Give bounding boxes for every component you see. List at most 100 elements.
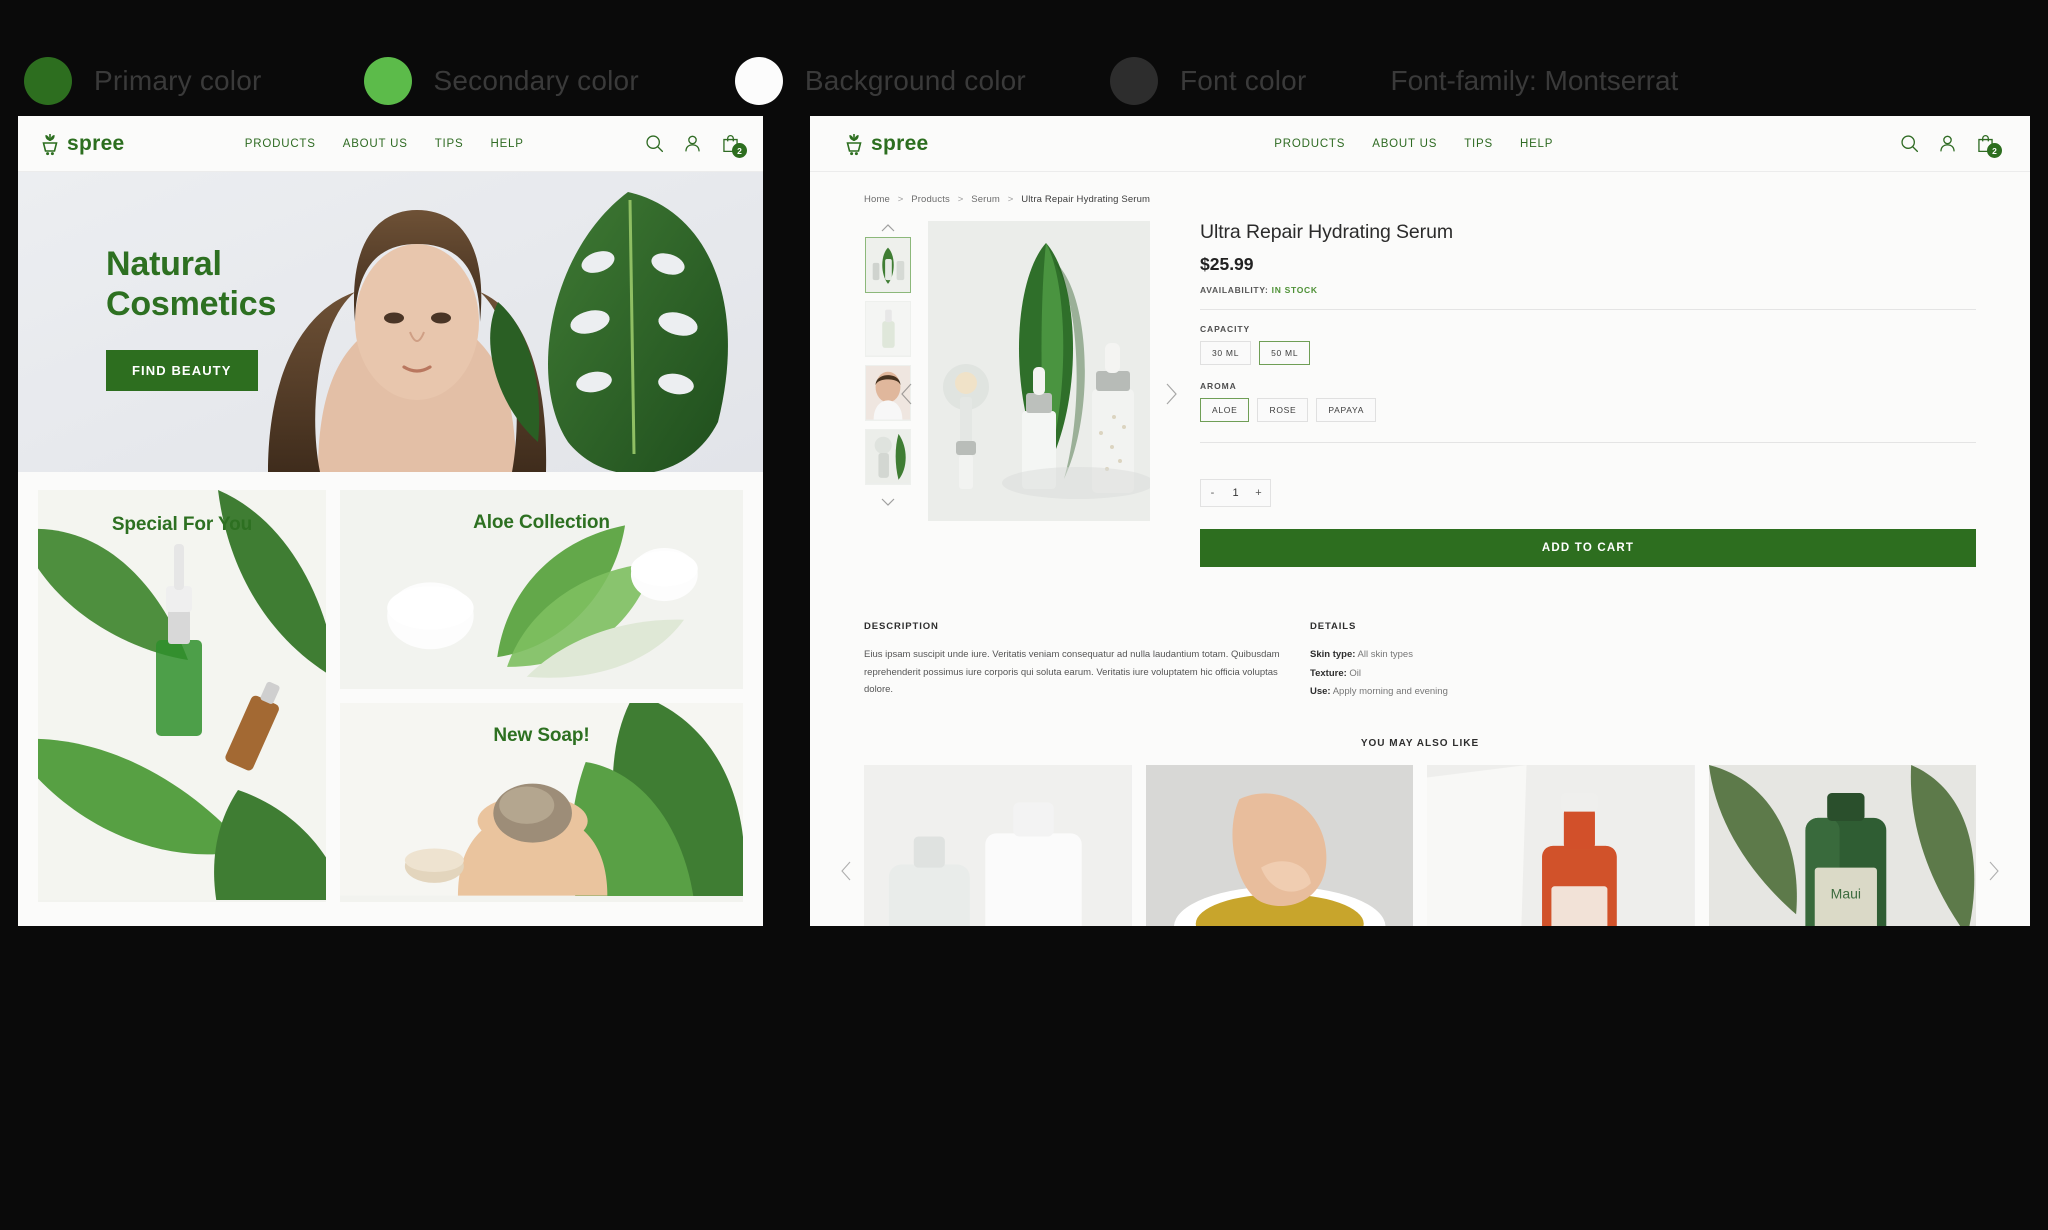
related-heading: YOU MAY ALSO LIKE xyxy=(1360,737,1480,749)
nav-item-help[interactable]: HELP xyxy=(490,138,523,150)
brand-logo[interactable]: spree xyxy=(844,132,929,156)
detail-value: All skin types xyxy=(1357,649,1413,660)
add-to-cart-button[interactable]: ADD TO CART xyxy=(1200,529,1976,567)
related-card-4[interactable]: Maui Bamboo Fibers Shampoo $8.99 xyxy=(1708,764,1976,926)
chevron-left-icon[interactable] xyxy=(840,861,853,881)
hero-title: Natural Cosmetics xyxy=(106,244,276,324)
aroma-label: AROMA xyxy=(1200,381,1237,391)
breadcrumb: Home > Products > Serum > Ultra Repair H… xyxy=(864,194,1976,205)
swatch-secondary: Secondary color xyxy=(363,57,639,105)
search-icon[interactable] xyxy=(644,133,665,154)
detail-value: Oil xyxy=(1349,667,1362,679)
swatch-primary: Primary color xyxy=(24,57,262,105)
screenshot-stage: Primary color Secondary color Background… xyxy=(0,0,2048,1230)
detail-skin-type: Skin type: All skin types xyxy=(1310,646,1976,665)
thumbnail-image xyxy=(866,302,910,356)
sprout-cart-icon xyxy=(846,133,862,155)
product-photo: Maui xyxy=(1708,764,1976,926)
thumbnail-4[interactable] xyxy=(865,429,911,485)
product-page-mockup: spree PRODUCTS ABOUT US TIPS HELP 2 Home… xyxy=(810,116,2030,926)
nav-item-products[interactable]: PRODUCTS xyxy=(1274,138,1345,150)
promo-title: New Soap! xyxy=(493,725,590,746)
swatch-label: Primary color xyxy=(94,65,262,96)
promo-art-serum-leaves xyxy=(38,490,326,900)
user-icon[interactable] xyxy=(682,133,703,154)
breadcrumb-separator: > xyxy=(897,194,904,205)
brand-logo[interactable]: spree xyxy=(40,132,125,156)
product-photo xyxy=(1427,764,1695,926)
related-card-image: Maui xyxy=(1708,764,1976,926)
nav-item-tips[interactable]: TIPS xyxy=(1464,138,1493,150)
aroma-option-aloe[interactable]: ALOE xyxy=(1200,398,1250,422)
product-title: Ultra Repair Hydrating Serum xyxy=(1200,221,1453,243)
promo-card-new-soap[interactable]: New Soap! xyxy=(340,703,743,902)
details-column: DETAILS Skin type: All skin types Textur… xyxy=(1294,621,1976,702)
breadcrumb-item-serum[interactable]: Serum xyxy=(971,194,1000,205)
chevron-right-icon[interactable] xyxy=(1987,861,2000,881)
site-header-product: spree PRODUCTS ABOUT US TIPS HELP 2 xyxy=(810,116,2030,172)
related-card-3[interactable]: Body Oil $12.99 xyxy=(1427,764,1695,926)
cart-badge: 2 xyxy=(731,143,747,158)
capacity-option-50ml[interactable]: 50 ML xyxy=(1259,341,1311,365)
style-guide-bar: Primary color Secondary color Background… xyxy=(0,46,2048,116)
breadcrumb-item-home[interactable]: Home xyxy=(864,194,890,205)
product-gallery xyxy=(901,221,1177,567)
color-dot xyxy=(24,57,72,105)
cart-button[interactable]: 2 xyxy=(1975,133,2002,158)
related-card-image xyxy=(1427,764,1695,926)
related-carousel: COCOOIL Organic Coconut Body Oil $18.99 xyxy=(810,764,2030,926)
find-beauty-button[interactable]: FIND BEAUTY xyxy=(106,350,258,392)
product-detail-wrap: Home > Products > Serum > Ultra Repair H… xyxy=(810,172,2030,567)
search-icon[interactable] xyxy=(1899,133,1920,154)
promo-right-column: Aloe Collection New Soap! xyxy=(340,490,743,902)
hero-copy: Natural Cosmetics FIND BEAUTY xyxy=(106,244,276,392)
aroma-option-papaya[interactable]: PAPAYA xyxy=(1316,398,1377,422)
header-icons-home: 2 xyxy=(644,133,747,158)
promo-card-special-for-you[interactable]: Special For You xyxy=(38,490,326,902)
breadcrumb-separator: > xyxy=(957,194,964,205)
chevron-left-icon[interactable] xyxy=(900,383,914,405)
svg-text:Maui: Maui xyxy=(1830,885,1860,901)
sprout-cart-icon xyxy=(42,133,58,155)
hero-title-line1: Natural xyxy=(106,245,222,283)
quantity-increase-button[interactable]: + xyxy=(1247,480,1270,506)
product-photo: Skin Balm xyxy=(1145,764,1413,926)
product-main: Ultra Repair Hydrating Serum $25.99 AVAI… xyxy=(864,221,1976,567)
nav-item-products[interactable]: PRODUCTS xyxy=(245,138,316,150)
nav-item-about-us[interactable]: ABOUT US xyxy=(343,138,408,150)
capacity-label: CAPACITY xyxy=(1200,324,1251,334)
related-card-1[interactable]: COCOOIL Organic Coconut Body Oil $18.99 xyxy=(864,764,1132,926)
related-card-2[interactable]: Skin Balm Mango Skin Balm $15.99 xyxy=(1145,764,1413,926)
details-heading: DETAILS xyxy=(1310,621,1357,632)
detail-value: Apply morning and evening xyxy=(1332,686,1448,698)
user-icon[interactable] xyxy=(1937,133,1958,154)
detail-texture: Texture: Oil xyxy=(1310,665,1976,684)
color-dot xyxy=(734,57,783,105)
product-lower-info: DESCRIPTION Eius ipsam suscipit unde iur… xyxy=(810,567,2030,702)
quantity-stepper: - 1 + xyxy=(1200,479,1271,507)
nav-item-about-us[interactable]: ABOUT US xyxy=(1372,138,1437,150)
color-dot xyxy=(363,57,412,105)
promo-card-aloe-collection[interactable]: Aloe Collection xyxy=(340,490,743,689)
capacity-options: 30 ML 50 ML xyxy=(1200,341,1976,365)
quantity-value[interactable]: 1 xyxy=(1224,480,1247,506)
chevron-right-icon[interactable] xyxy=(1164,383,1178,405)
main-nav-product: PRODUCTS ABOUT US TIPS HELP xyxy=(1274,138,1553,150)
breadcrumb-item-products[interactable]: Products xyxy=(911,194,950,205)
chevron-up-icon[interactable] xyxy=(881,223,895,233)
description-column: DESCRIPTION Eius ipsam suscipit unde iur… xyxy=(864,621,1294,702)
divider xyxy=(1200,442,1976,443)
cart-button[interactable]: 2 xyxy=(720,133,747,158)
thumbnail-image xyxy=(866,238,910,292)
quantity-decrease-button[interactable]: - xyxy=(1201,480,1224,506)
thumbnail-1[interactable] xyxy=(865,237,911,293)
thumbnail-image xyxy=(866,430,910,484)
chevron-down-icon[interactable] xyxy=(881,497,895,507)
nav-item-help[interactable]: HELP xyxy=(1520,138,1553,150)
capacity-option-30ml[interactable]: 30 ML xyxy=(1200,341,1252,365)
aroma-option-rose[interactable]: ROSE xyxy=(1257,398,1309,422)
nav-item-tips[interactable]: TIPS xyxy=(435,138,464,150)
swatch-label: Font color xyxy=(1179,65,1307,96)
swatch-font: Font color xyxy=(1109,57,1307,105)
thumbnail-2[interactable] xyxy=(865,301,911,357)
